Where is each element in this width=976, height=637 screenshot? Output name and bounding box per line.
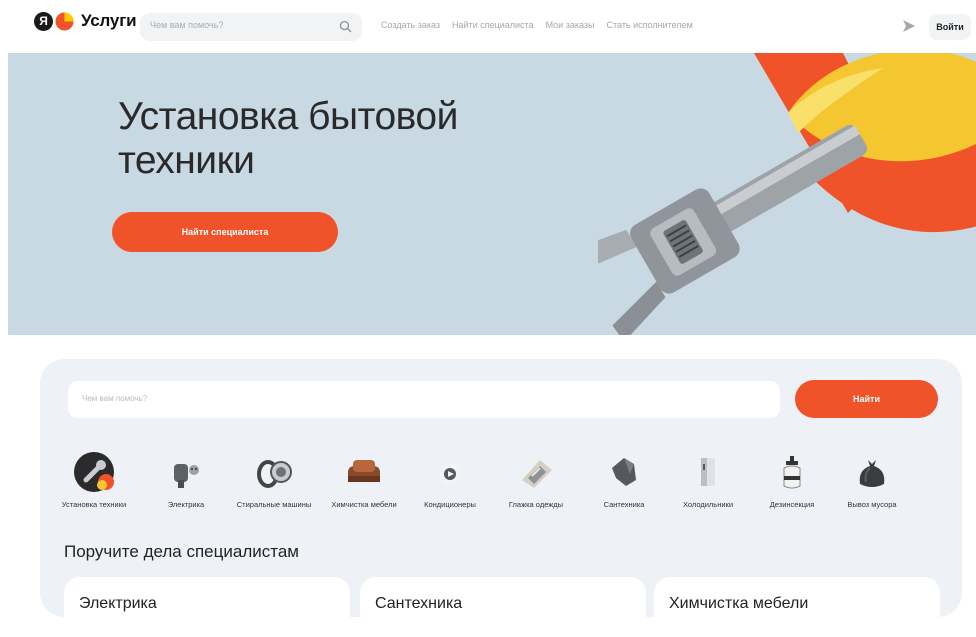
login-button[interactable]: Войти bbox=[929, 14, 971, 40]
service-card-furniture-cleaning[interactable]: Химчистка мебели bbox=[654, 577, 940, 637]
service-card-electrics[interactable]: Электрика bbox=[64, 577, 350, 637]
service-search-placeholder: Чем вам помочь? bbox=[82, 394, 148, 403]
iron-icon bbox=[514, 450, 558, 494]
header-search-placeholder: Чем вам помочь? bbox=[150, 20, 224, 30]
card-title: Химчистка мебели bbox=[669, 595, 809, 612]
wrench-icon bbox=[72, 450, 116, 494]
card-title: Сантехника bbox=[375, 595, 463, 612]
nav-create-order[interactable]: Создать заказ bbox=[381, 20, 440, 30]
category-install[interactable]: Установка техники bbox=[49, 450, 139, 509]
socket-icon bbox=[164, 450, 208, 494]
services-logo-icon bbox=[55, 12, 74, 31]
main-nav: Создать заказ Найти специалиста Мои зака… bbox=[381, 20, 693, 30]
category-label: Вывоз мусора bbox=[847, 500, 897, 509]
nav-my-orders[interactable]: Мои заказы bbox=[546, 20, 595, 30]
category-plumbing[interactable]: Сантехника bbox=[579, 450, 669, 509]
logo-text: Услуги bbox=[81, 11, 137, 30]
search-button[interactable]: Найти bbox=[795, 380, 938, 418]
category-garbage-removal[interactable]: Вывоз мусора bbox=[827, 450, 917, 509]
washing-machine-icon bbox=[252, 450, 296, 494]
hero-title: Установка бытовой техники bbox=[118, 95, 458, 182]
logo[interactable]: Я Услуги bbox=[34, 11, 137, 31]
section-title: Поручите дела специалистам bbox=[64, 542, 299, 561]
category-fridges[interactable]: Холодильники bbox=[663, 450, 753, 509]
search-icon[interactable] bbox=[339, 20, 352, 33]
service-card-plumbing[interactable]: Сантехника bbox=[360, 577, 646, 637]
send-icon[interactable] bbox=[902, 19, 916, 33]
category-electrics[interactable]: Электрика bbox=[141, 450, 231, 509]
header-search-input[interactable]: Чем вам помочь? bbox=[140, 13, 362, 41]
category-label: Электрика bbox=[167, 500, 205, 509]
yandex-logo-icon: Я bbox=[34, 11, 53, 31]
category-label: Сантехника bbox=[603, 500, 645, 509]
air-conditioner-icon bbox=[428, 450, 472, 494]
top-header: Я Услуги Чем вам помочь? Создать заказ Н… bbox=[0, 0, 976, 53]
hero-find-specialist-button[interactable]: Найти специалиста bbox=[112, 212, 338, 252]
wrench-illustration bbox=[598, 53, 976, 335]
sprayer-icon bbox=[770, 450, 814, 494]
category-label: Химчистка мебели bbox=[331, 500, 397, 509]
service-search-input[interactable]: Чем вам помочь? bbox=[68, 381, 780, 418]
pipe-icon bbox=[602, 450, 646, 494]
category-air-conditioners[interactable]: Кондиционеры bbox=[405, 450, 495, 509]
category-label: Кондиционеры bbox=[424, 500, 476, 509]
category-label: Установка техники bbox=[61, 500, 127, 509]
category-pest-control[interactable]: Дезинсекция bbox=[747, 450, 837, 509]
category-label: Дезинсекция bbox=[769, 500, 815, 509]
category-label: Глажка одежды bbox=[508, 500, 564, 509]
category-label: Стиральные машины bbox=[236, 500, 312, 509]
nav-become-performer[interactable]: Стать исполнителем bbox=[606, 20, 692, 30]
category-ironing[interactable]: Глажка одежды bbox=[491, 450, 581, 509]
trash-bag-icon bbox=[850, 450, 894, 494]
fridge-icon bbox=[686, 450, 730, 494]
category-washing-machines[interactable]: Стиральные машины bbox=[229, 450, 319, 509]
sofa-icon bbox=[342, 450, 386, 494]
category-label: Холодильники bbox=[682, 500, 734, 509]
category-furniture-cleaning[interactable]: Химчистка мебели bbox=[319, 450, 409, 509]
hero-banner: Установка бытовой техники Найти специали… bbox=[8, 53, 976, 335]
nav-find-specialist[interactable]: Найти специалиста bbox=[452, 20, 534, 30]
category-list: Установка техники Электрика Стиральные м… bbox=[49, 450, 949, 520]
card-title: Электрика bbox=[79, 595, 157, 612]
